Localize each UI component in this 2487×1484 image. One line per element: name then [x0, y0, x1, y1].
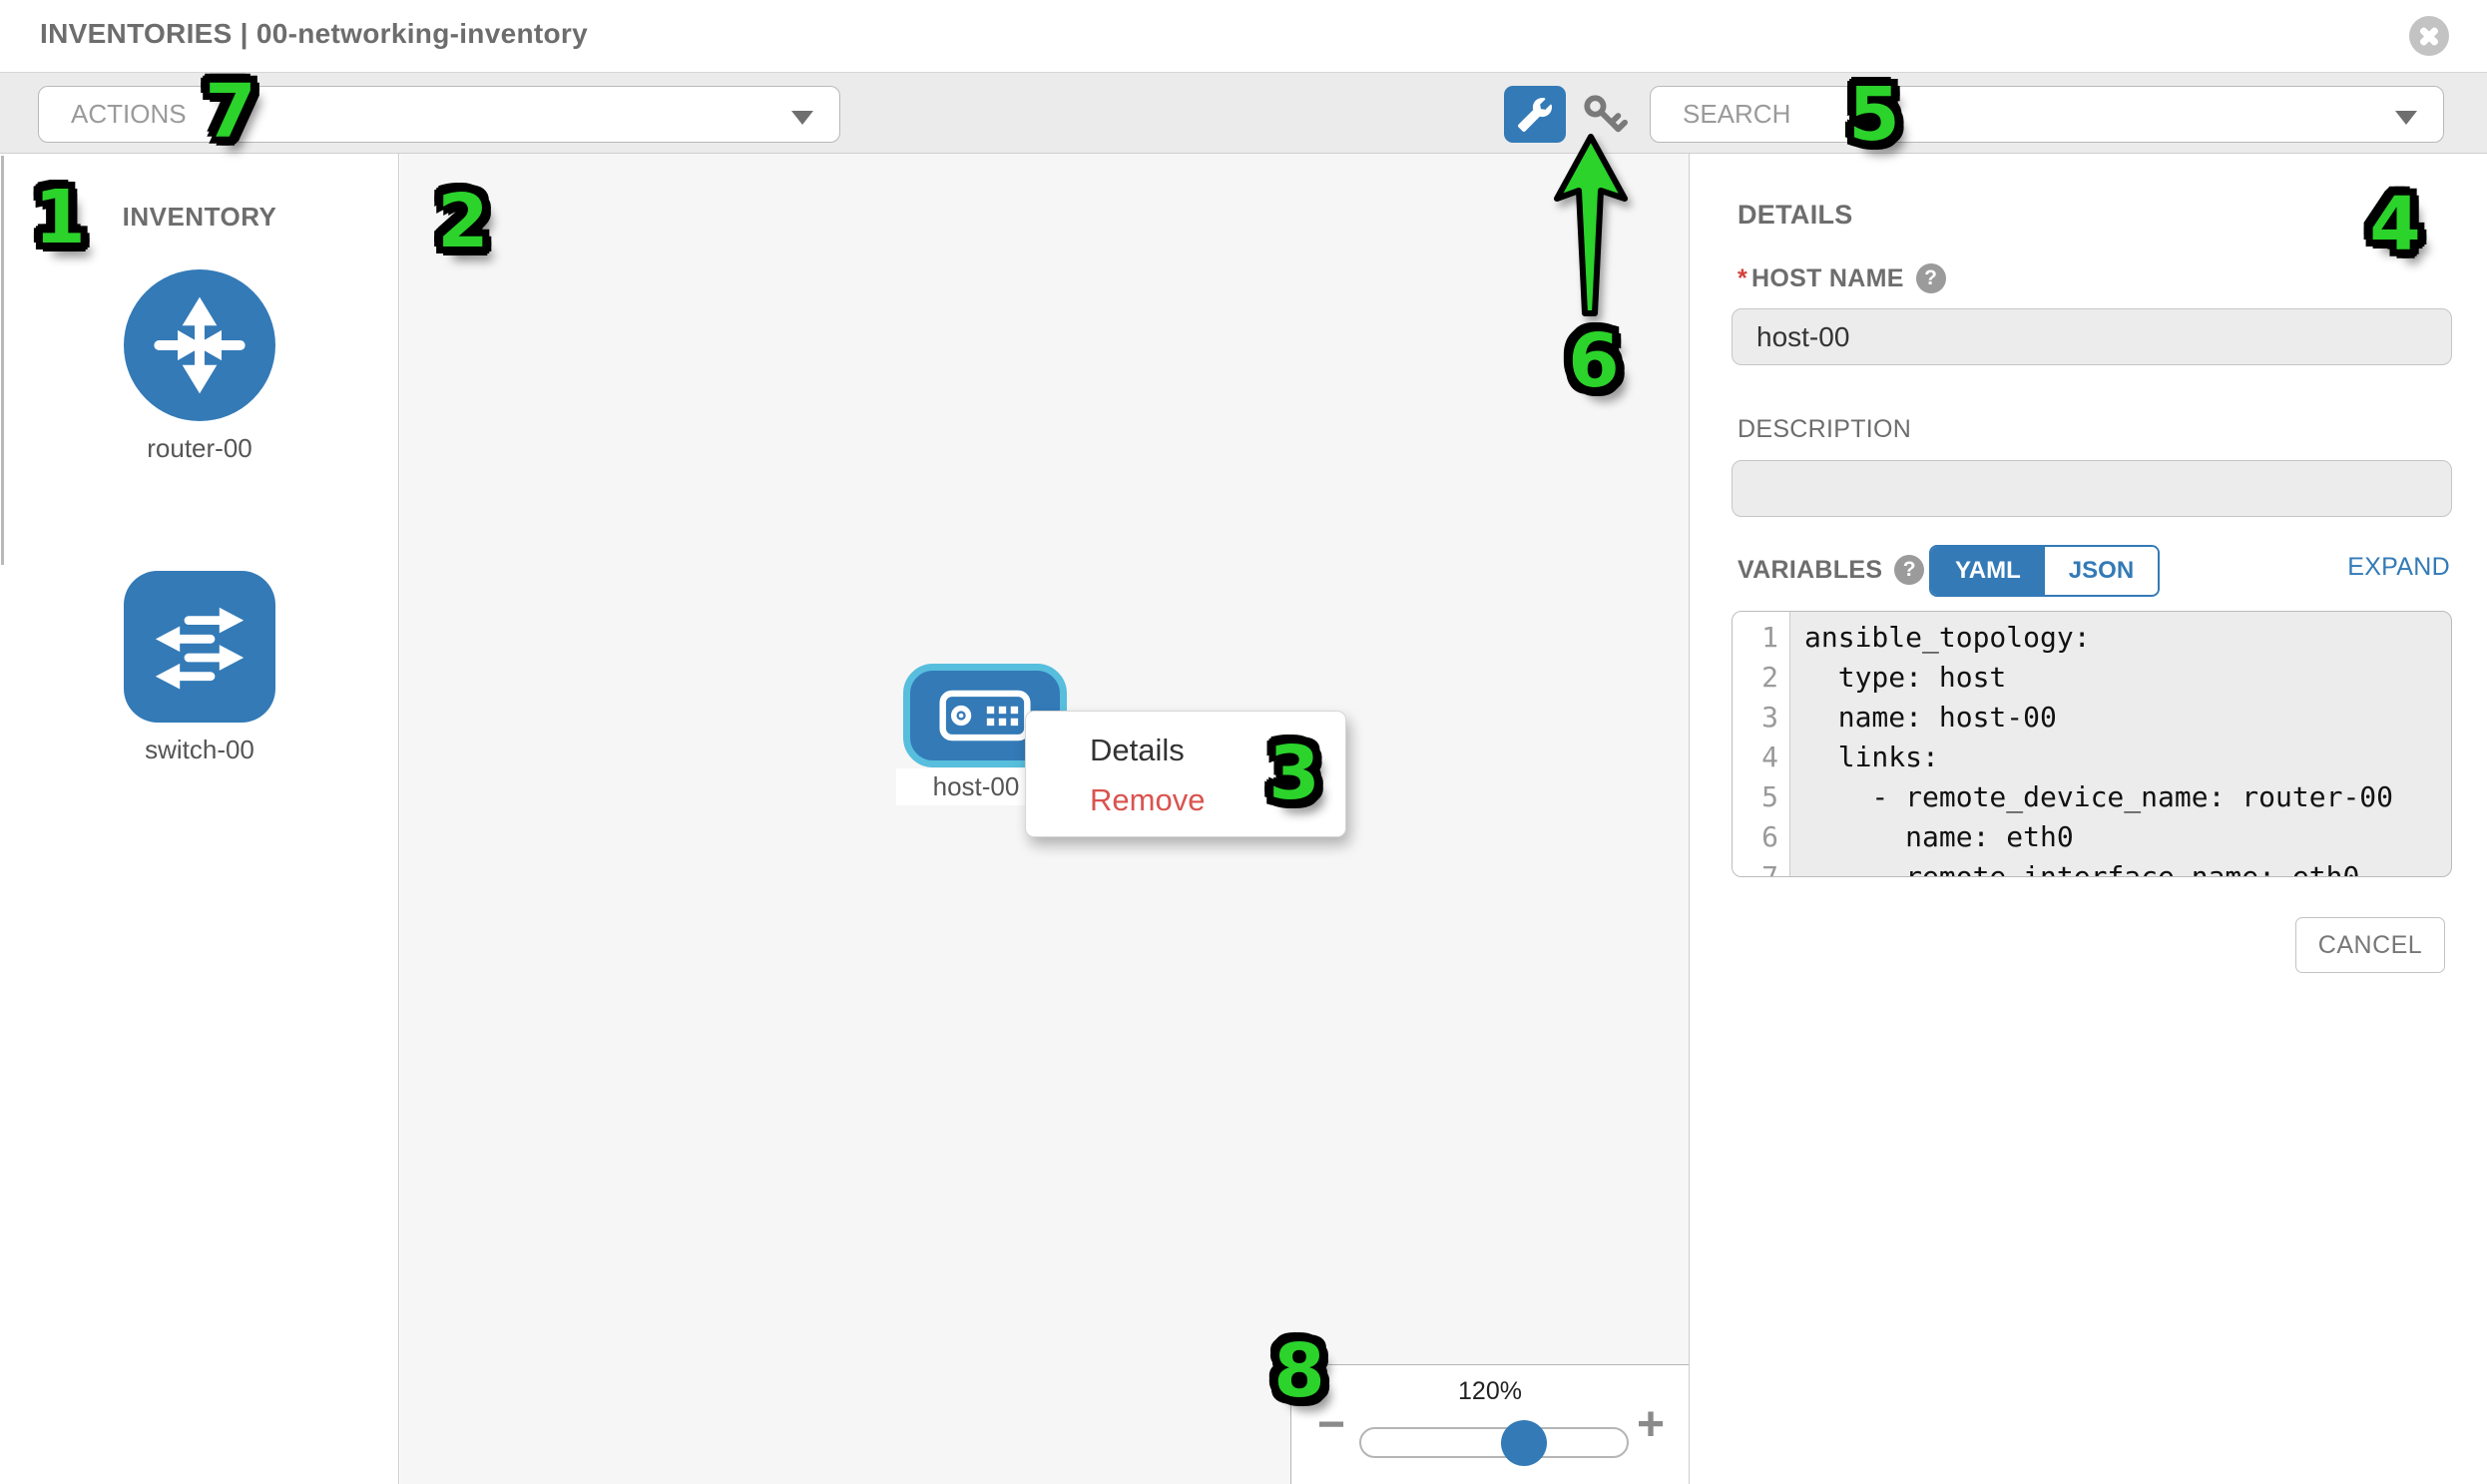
key-icon [1582, 93, 1628, 139]
app-window: INVENTORIES | 00-networking-inventory AC… [0, 0, 2487, 1484]
host-icon [939, 690, 1031, 742]
required-asterisk: * [1738, 264, 1747, 292]
wrench-icon [1518, 98, 1552, 132]
sidebar-title: INVENTORY [0, 202, 399, 233]
tools-button[interactable] [1504, 86, 1566, 143]
editor-line: 6 name: eth0 [1733, 817, 2451, 857]
toggle-json[interactable]: JSON [2045, 547, 2158, 595]
details-panel: DETAILS *HOST NAME ? DESCRIPTION VARIABL… [1689, 154, 2487, 1484]
sidebar-item-label: switch-00 [0, 735, 399, 765]
editor-line: 5 - remote_device_name: router-00 [1733, 777, 2451, 817]
variables-editor[interactable]: 1ansible_topology: 2 type: host 3 name: … [1732, 611, 2452, 877]
context-menu-item-details[interactable]: Details [1026, 726, 1345, 775]
router-icon [124, 269, 275, 421]
actions-dropdown-label: ACTIONS [71, 99, 187, 130]
variables-label-row: VARIABLES ? [1738, 555, 1924, 585]
search-dropdown[interactable]: SEARCH [1650, 86, 2444, 143]
context-menu: Details Remove [1025, 711, 1346, 837]
zoom-in-button[interactable]: + [1637, 1401, 1665, 1449]
close-icon[interactable] [2409, 16, 2449, 56]
sidebar-item-router[interactable]: router-00 [0, 269, 399, 464]
zoom-out-button[interactable]: − [1317, 1401, 1345, 1449]
variables-row: VARIABLES ? YAML JSON EXPAND [1690, 551, 2487, 611]
editor-lines: 1ansible_topology: 2 type: host 3 name: … [1733, 612, 2451, 877]
description-label: DESCRIPTION [1738, 415, 1911, 444]
host-name-input[interactable] [1732, 308, 2452, 365]
chevron-down-icon [791, 111, 813, 125]
search-dropdown-label: SEARCH [1683, 99, 1790, 130]
inventory-sidebar: INVENTORY router-00 [0, 154, 399, 1484]
key-button[interactable] [1582, 93, 1628, 139]
editor-line: 1ansible_topology: [1733, 618, 2451, 658]
sidebar-item-switch[interactable]: switch-00 [0, 571, 399, 765]
zoom-control-panel: 120% − + [1290, 1364, 1689, 1484]
chevron-down-icon [2395, 111, 2417, 125]
variables-label: VARIABLES [1738, 556, 1882, 585]
toggle-yaml[interactable]: YAML [1931, 547, 2045, 595]
editor-line: 4 links: [1733, 738, 2451, 777]
sidebar-item-label: router-00 [0, 433, 399, 464]
editor-line: 3 name: host-00 [1733, 698, 2451, 738]
context-menu-item-remove[interactable]: Remove [1026, 775, 1345, 825]
toolbar: ACTIONS SEARCH [0, 72, 2487, 154]
editor-line: 2 type: host [1733, 658, 2451, 698]
topology-canvas[interactable]: host-00 Details Remove 120% − + [400, 154, 1689, 1484]
zoom-slider-track[interactable] [1359, 1427, 1629, 1458]
actions-dropdown[interactable]: ACTIONS [38, 86, 840, 143]
zoom-level-label: 120% [1291, 1377, 1689, 1406]
help-icon[interactable]: ? [1916, 263, 1946, 293]
format-toggle: YAML JSON [1929, 545, 2160, 597]
details-panel-title: DETAILS [1738, 200, 1853, 231]
page-title: INVENTORIES | 00-networking-inventory [40, 18, 588, 50]
editor-line: 7 remote_interface_name: eth0 [1733, 857, 2451, 877]
expand-link[interactable]: EXPAND [2347, 553, 2450, 582]
help-icon[interactable]: ? [1894, 555, 1924, 585]
host-name-label-row: *HOST NAME ? [1738, 263, 1946, 293]
header: INVENTORIES | 00-networking-inventory [0, 0, 2487, 72]
host-name-label: HOST NAME [1751, 264, 1904, 292]
switch-icon [124, 571, 275, 723]
cancel-button[interactable]: CANCEL [2295, 917, 2445, 973]
description-input[interactable] [1732, 460, 2452, 517]
zoom-slider-thumb[interactable] [1501, 1420, 1547, 1466]
